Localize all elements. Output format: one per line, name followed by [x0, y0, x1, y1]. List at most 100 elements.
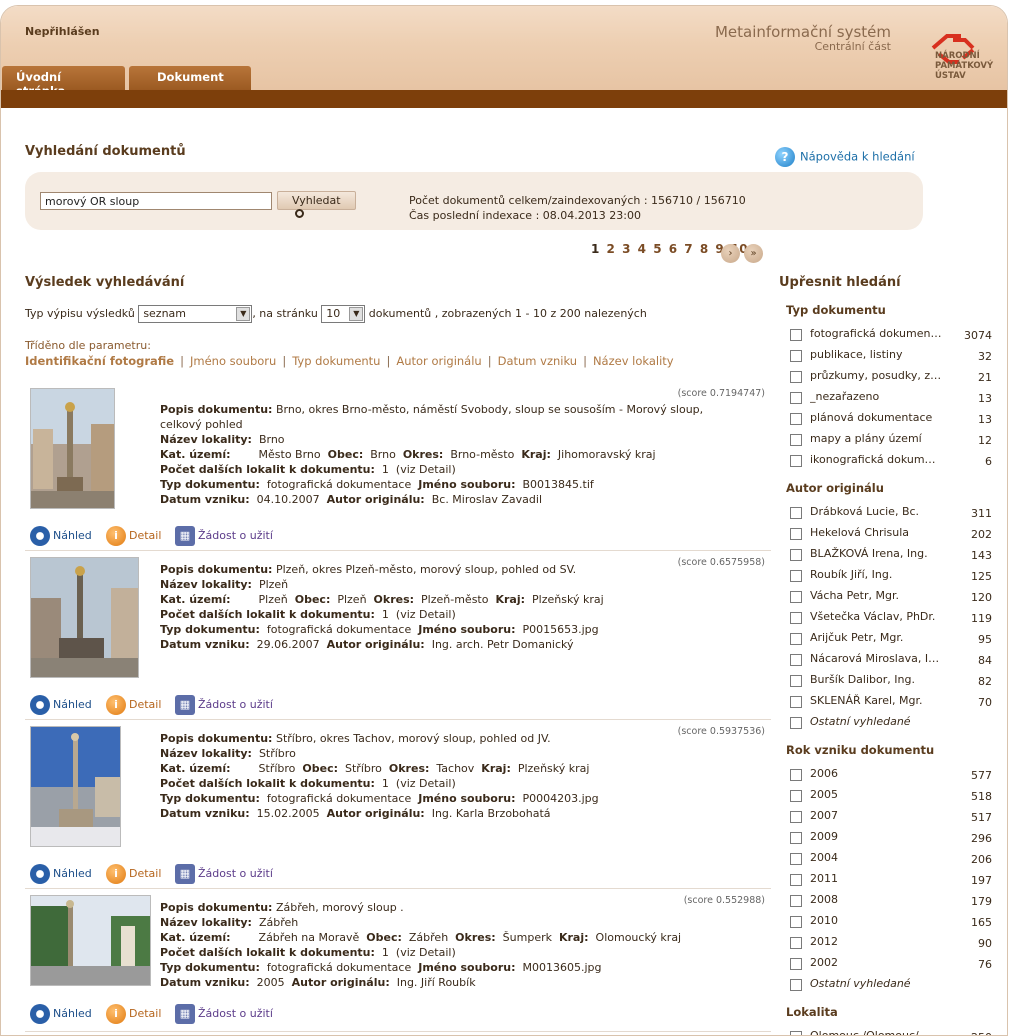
- facet-checkbox[interactable]: [790, 612, 802, 624]
- refine-facet-item[interactable]: Olomouc /Olomouc/ město ... 250: [790, 1029, 992, 1035]
- refine-facet-item[interactable]: 2004 206: [790, 851, 992, 867]
- tab-document[interactable]: Dokument: [129, 66, 251, 90]
- facet-checkbox[interactable]: [790, 455, 802, 467]
- detail-link[interactable]: (viz Detail): [396, 463, 456, 476]
- result-thumbnail[interactable]: [30, 726, 121, 847]
- refine-facet-item[interactable]: Vácha Petr, Mgr. 120: [790, 589, 992, 605]
- refine-facet-item[interactable]: ikonografická dokumentace 6: [790, 453, 992, 469]
- facet-checkbox[interactable]: [790, 811, 802, 823]
- refine-facet-item[interactable]: 2005 518: [790, 788, 992, 804]
- refine-facet-item[interactable]: BLAŽKOVÁ Irena, Ing. 143: [790, 547, 992, 563]
- refine-facet-item[interactable]: 2007 517: [790, 809, 992, 825]
- pager-page-5[interactable]: 5: [653, 242, 661, 256]
- pager-page-6[interactable]: 6: [669, 242, 677, 256]
- refine-facet-item[interactable]: Ostatní vyhledané: [790, 715, 992, 731]
- result-thumbnail[interactable]: [30, 557, 139, 678]
- pager-last-icon[interactable]: »: [744, 244, 763, 263]
- refine-facet-item[interactable]: fotografická dokumentace 3074: [790, 327, 992, 343]
- facet-checkbox[interactable]: [790, 916, 802, 928]
- refine-facet-item[interactable]: 2006 577: [790, 767, 992, 783]
- refine-facet-item[interactable]: Všetečka Václav, PhDr. 119: [790, 610, 992, 626]
- refine-facet-item[interactable]: Roubík Jiří, Ing. 125: [790, 568, 992, 584]
- detail-button[interactable]: i Detail: [106, 1004, 161, 1024]
- facet-checkbox[interactable]: [790, 413, 802, 425]
- facet-checkbox[interactable]: [790, 633, 802, 645]
- refine-facet-item[interactable]: 2008 179: [790, 893, 992, 909]
- request-button[interactable]: ▦ Žádost o užití: [175, 1004, 273, 1024]
- preview-button[interactable]: Náhled: [30, 864, 92, 884]
- list-type-select[interactable]: seznam ▼: [138, 305, 253, 323]
- facet-checkbox[interactable]: [790, 654, 802, 666]
- refine-facet-item[interactable]: Buršík Dalibor, Ing. 82: [790, 673, 992, 689]
- refine-facet-item[interactable]: Ostatní vyhledané: [790, 977, 992, 993]
- pager-next-icon[interactable]: ›: [721, 244, 740, 263]
- facet-checkbox[interactable]: [790, 1031, 802, 1035]
- facet-checkbox[interactable]: [790, 832, 802, 844]
- facet-checkbox[interactable]: [790, 591, 802, 603]
- facet-checkbox[interactable]: [790, 371, 802, 383]
- preview-button[interactable]: Náhled: [30, 1004, 92, 1024]
- facet-checkbox[interactable]: [790, 979, 802, 991]
- facet-checkbox[interactable]: [790, 329, 802, 341]
- detail-link[interactable]: (viz Detail): [396, 608, 456, 621]
- facet-checkbox[interactable]: [790, 570, 802, 582]
- pager-page-3[interactable]: 3: [622, 242, 630, 256]
- pager-page-2[interactable]: 2: [607, 242, 615, 256]
- facet-checkbox[interactable]: [790, 434, 802, 446]
- help-link[interactable]: ? Nápověda k hledání: [775, 147, 915, 167]
- refine-facet-item[interactable]: Arijčuk Petr, Mgr. 95: [790, 631, 992, 647]
- per-page-select[interactable]: 10 ▼: [321, 305, 366, 323]
- refine-facet-item[interactable]: Drábková Lucie, Bc. 311: [790, 505, 992, 521]
- facet-checkbox[interactable]: [790, 392, 802, 404]
- refine-facet-item[interactable]: publikace, listiny 32: [790, 348, 992, 364]
- request-button[interactable]: ▦ Žádost o užití: [175, 864, 273, 884]
- detail-button[interactable]: i Detail: [106, 864, 161, 884]
- detail-button[interactable]: i Detail: [106, 695, 161, 715]
- facet-checkbox[interactable]: [790, 853, 802, 865]
- facet-checkbox[interactable]: [790, 895, 802, 907]
- sort-date[interactable]: Datum vzniku: [498, 354, 577, 368]
- facet-checkbox[interactable]: [790, 874, 802, 886]
- refine-facet-item[interactable]: průzkumy, posudky, zprávy 21: [790, 369, 992, 385]
- refine-facet-item[interactable]: _nezařazeno 13: [790, 390, 992, 406]
- refine-facet-item[interactable]: 2011 197: [790, 872, 992, 888]
- refine-facet-item[interactable]: Hekelová Chrisula 202: [790, 526, 992, 542]
- sort-author[interactable]: Autor originálu: [396, 354, 481, 368]
- request-button[interactable]: ▦ Žádost o užití: [175, 695, 273, 715]
- facet-checkbox[interactable]: [790, 528, 802, 540]
- refine-facet-item[interactable]: 2012 90: [790, 935, 992, 951]
- pager-page-8[interactable]: 8: [700, 242, 708, 256]
- sort-file-name[interactable]: Jméno souboru: [190, 354, 276, 368]
- facet-checkbox[interactable]: [790, 717, 802, 729]
- refine-facet-item[interactable]: 2002 76: [790, 956, 992, 972]
- sort-document-type[interactable]: Typ dokumentu: [292, 354, 380, 368]
- pager-page-1[interactable]: 1: [591, 242, 599, 256]
- pager-page-4[interactable]: 4: [638, 242, 646, 256]
- refine-facet-item[interactable]: mapy a plány území 12: [790, 432, 992, 448]
- facet-checkbox[interactable]: [790, 790, 802, 802]
- tab-home[interactable]: Úvodní stránka: [2, 66, 125, 98]
- detail-link[interactable]: (viz Detail): [396, 777, 456, 790]
- refine-facet-item[interactable]: Nácarová Miroslava, Ing.... 84: [790, 652, 992, 668]
- pager-page-7[interactable]: 7: [684, 242, 692, 256]
- result-thumbnail[interactable]: [30, 388, 115, 509]
- facet-checkbox[interactable]: [790, 937, 802, 949]
- refine-facet-item[interactable]: SKLENÁŘ Karel, Mgr. 70: [790, 694, 992, 710]
- search-button[interactable]: Vyhledat: [277, 191, 356, 218]
- preview-button[interactable]: Náhled: [30, 526, 92, 546]
- refine-facet-item[interactable]: 2010 165: [790, 914, 992, 930]
- request-button[interactable]: ▦ Žádost o užití: [175, 526, 273, 546]
- detail-button[interactable]: i Detail: [106, 526, 161, 546]
- sort-locality[interactable]: Název lokality: [593, 354, 674, 368]
- facet-checkbox[interactable]: [790, 507, 802, 519]
- search-input[interactable]: [40, 192, 272, 210]
- detail-link[interactable]: (viz Detail): [396, 946, 456, 959]
- login-status[interactable]: Nepřihlášen: [25, 25, 100, 38]
- refine-facet-item[interactable]: plánová dokumentace 13: [790, 411, 992, 427]
- facet-checkbox[interactable]: [790, 350, 802, 362]
- preview-button[interactable]: Náhled: [30, 695, 92, 715]
- facet-checkbox[interactable]: [790, 769, 802, 781]
- facet-checkbox[interactable]: [790, 958, 802, 970]
- facet-checkbox[interactable]: [790, 549, 802, 561]
- refine-facet-item[interactable]: 2009 296: [790, 830, 992, 846]
